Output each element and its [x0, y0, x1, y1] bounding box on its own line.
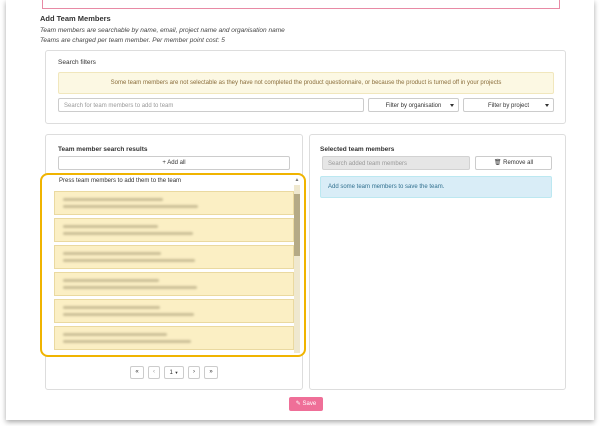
warning-message: Some team members are not selectable as …	[58, 72, 554, 94]
member-name-email	[63, 279, 159, 282]
project-filter-select[interactable]: Filter by project	[463, 98, 554, 112]
selected-members-panel	[309, 134, 566, 390]
member-card[interactable]	[54, 191, 294, 215]
page-title: Add Team Members	[40, 14, 111, 23]
member-card[interactable]	[54, 245, 294, 269]
results-instruction: Press team members to add them to the te…	[59, 178, 182, 184]
remove-all-button[interactable]: 🗑 Remove all	[475, 156, 552, 170]
search-filters-title: Search filters	[58, 59, 96, 66]
chevron-down-icon	[450, 104, 454, 107]
trash-icon: 🗑	[493, 160, 502, 166]
previous-section-edge	[42, 0, 560, 9]
member-card[interactable]	[54, 299, 294, 323]
results-scrollbar[interactable]: ▲	[294, 177, 300, 353]
page-select[interactable]: 1 ▼	[164, 366, 184, 379]
project-filter-label: Filter by project	[487, 103, 529, 109]
member-search-input[interactable]: Search for team members to add to team	[58, 98, 364, 112]
empty-selection-message: Add some team members to save the team.	[320, 176, 552, 198]
chevron-down-icon: ▼	[174, 370, 179, 375]
member-details	[63, 259, 195, 262]
current-page: 1	[169, 370, 173, 376]
member-name-email	[63, 306, 160, 309]
next-page-button[interactable]: ›	[188, 366, 200, 379]
scroll-up-icon[interactable]: ▲	[294, 177, 300, 183]
save-label: Save	[302, 401, 317, 407]
search-hint: Team members are searchable by name, ema…	[40, 27, 285, 34]
organisation-filter-label: Filter by organisation	[385, 103, 442, 109]
prev-page-button[interactable]: ‹	[148, 366, 160, 379]
save-icon: ✎	[295, 401, 301, 407]
member-details	[63, 286, 197, 289]
member-details	[63, 340, 191, 343]
search-results-title: Team member search results	[58, 146, 148, 153]
member-name-email	[63, 225, 158, 228]
search-results-list: Press team members to add them to the te…	[40, 173, 306, 357]
member-details	[63, 313, 194, 316]
remove-all-label: Remove all	[503, 160, 534, 166]
member-details	[63, 205, 198, 208]
member-name-email	[63, 333, 167, 336]
last-page-button[interactable]: »	[204, 366, 218, 379]
member-name-email	[63, 198, 163, 201]
chevron-down-icon	[545, 104, 549, 107]
member-card[interactable]	[54, 272, 294, 296]
member-details	[63, 232, 193, 235]
member-card[interactable]	[54, 326, 294, 350]
scroll-thumb[interactable]	[294, 194, 300, 256]
member-card[interactable]	[54, 218, 294, 242]
charge-hint: Teams are charged per team member. Per m…	[40, 37, 225, 44]
add-all-button[interactable]: + Add all	[58, 156, 290, 170]
member-name-email	[63, 252, 161, 255]
first-page-button[interactable]: «	[130, 366, 144, 379]
selected-search-input[interactable]: Search added team members	[322, 156, 470, 170]
save-button[interactable]: ✎ Save	[289, 397, 323, 411]
selected-members-title: Selected team members	[320, 146, 395, 153]
organisation-filter-select[interactable]: Filter by organisation	[368, 98, 459, 112]
